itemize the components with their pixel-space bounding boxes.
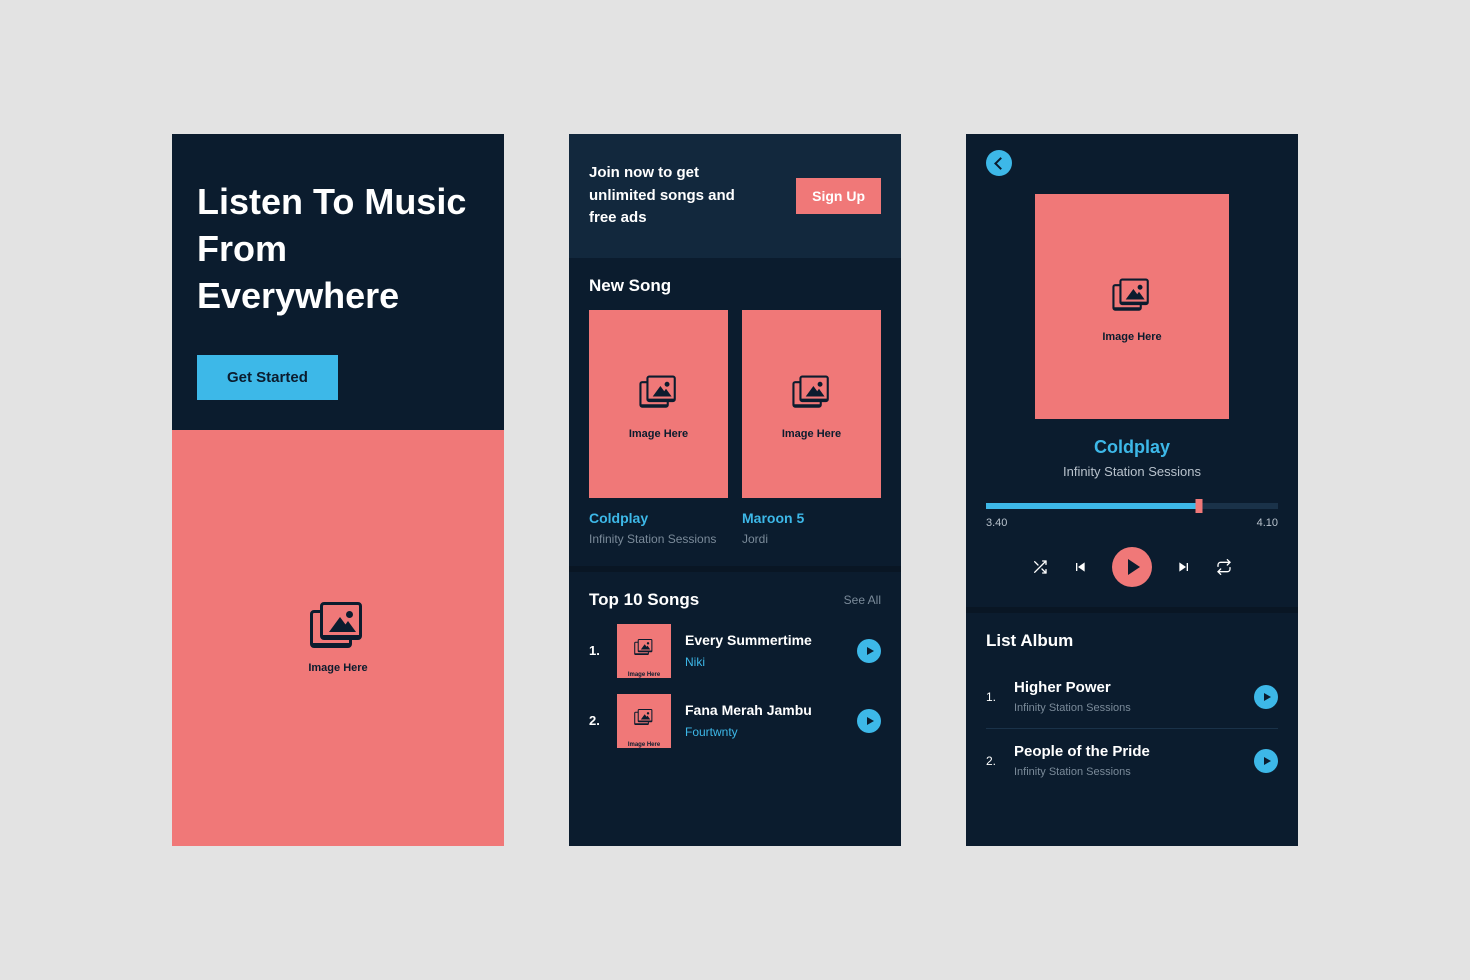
image-placeholder-label: Image Here (629, 428, 688, 440)
track-row: 1. Image Here Every Summertime Niki (589, 624, 881, 678)
play-button[interactable] (1254, 749, 1278, 773)
get-started-button[interactable]: Get Started (197, 355, 338, 400)
album-row: 2. People of the Pride Infinity Station … (986, 729, 1278, 792)
onboarding-title: Listen To Music From Everywhere (197, 179, 479, 319)
track-number: 2. (589, 713, 603, 728)
next-icon[interactable] (1176, 559, 1192, 575)
time-total: 4.10 (1257, 517, 1278, 529)
album-track-title: People of the Pride (1014, 743, 1238, 760)
image-placeholder-icon (792, 375, 831, 410)
signup-button[interactable]: Sign Up (796, 178, 881, 214)
track-artist: Fourtwnty (685, 725, 843, 739)
back-button[interactable] (986, 150, 1012, 176)
song-cover[interactable]: Image Here (742, 310, 881, 498)
image-placeholder-label: Image Here (628, 742, 660, 748)
see-all-link[interactable]: See All (844, 593, 881, 607)
song-album: Jordi (742, 532, 881, 546)
previous-icon[interactable] (1072, 559, 1088, 575)
onboarding-screen: Listen To Music From Everywhere Get Star… (172, 134, 504, 846)
song-card: Image Here Maroon 5 Jordi (742, 310, 881, 546)
browse-screen: Join now to get unlimited songs and free… (569, 134, 901, 846)
image-placeholder-icon (1112, 278, 1151, 313)
image-placeholder-label: Image Here (1102, 331, 1161, 343)
song-card: Image Here Coldplay Infinity Station Ses… (589, 310, 728, 546)
album-list-section: List Album 1. Higher Power Infinity Stat… (966, 613, 1298, 810)
image-placeholder-icon (634, 708, 654, 724)
image-placeholder-label: Image Here (782, 428, 841, 440)
play-button[interactable] (857, 639, 881, 663)
track-title: Fana Merah Jambu (685, 702, 843, 719)
song-artist: Coldplay (589, 510, 728, 526)
progress-bar[interactable] (986, 503, 1278, 509)
signup-banner: Join now to get unlimited songs and free… (569, 134, 901, 258)
album-track-sub: Infinity Station Sessions (1014, 766, 1238, 778)
album-list-title: List Album (986, 631, 1278, 651)
now-playing-artist: Coldplay (1006, 437, 1258, 458)
image-placeholder-label: Image Here (308, 662, 367, 674)
time-current: 3.40 (986, 517, 1007, 529)
album-row: 1. Higher Power Infinity Station Session… (986, 665, 1278, 729)
player-screen: Image Here Coldplay Infinity Station Ses… (966, 134, 1298, 846)
song-cover[interactable]: Image Here (589, 310, 728, 498)
album-number: 1. (986, 690, 998, 704)
progress-fill (986, 503, 1199, 509)
shuffle-icon[interactable] (1032, 559, 1048, 575)
now-playing-cover[interactable]: Image Here (1035, 194, 1229, 419)
image-placeholder-icon (639, 375, 678, 410)
new-song-section: New Song Image Here Coldplay Infinity St… (569, 258, 901, 566)
play-button[interactable] (857, 709, 881, 733)
album-track-sub: Infinity Station Sessions (1014, 702, 1238, 714)
album-number: 2. (986, 754, 998, 768)
top-songs-title: Top 10 Songs (589, 590, 699, 610)
now-playing-album: Infinity Station Sessions (1006, 464, 1258, 479)
track-thumbnail[interactable]: Image Here (617, 624, 671, 678)
progress-thumb[interactable] (1196, 499, 1203, 513)
play-button-large[interactable] (1112, 547, 1152, 587)
song-artist: Maroon 5 (742, 510, 881, 526)
repeat-icon[interactable] (1216, 559, 1232, 575)
image-placeholder-label: Image Here (628, 672, 660, 678)
new-song-title: New Song (589, 276, 881, 296)
image-placeholder-icon (310, 602, 366, 652)
now-playing: Image Here Coldplay Infinity Station Ses… (966, 176, 1298, 503)
song-album: Infinity Station Sessions (589, 532, 728, 546)
play-button[interactable] (1254, 685, 1278, 709)
hero-image-placeholder: Image Here (172, 430, 504, 846)
track-thumbnail[interactable]: Image Here (617, 694, 671, 748)
album-track-title: Higher Power (1014, 679, 1238, 696)
track-number: 1. (589, 643, 603, 658)
top-songs-section: Top 10 Songs See All 1. Image Here Every… (569, 572, 901, 784)
track-artist: Niki (685, 655, 843, 669)
track-row: 2. Image Here Fana Merah Jambu Fourtwnty (589, 694, 881, 748)
track-title: Every Summertime (685, 632, 843, 649)
banner-text: Join now to get unlimited songs and free… (589, 162, 759, 230)
image-placeholder-icon (634, 638, 654, 654)
player-controls (966, 547, 1298, 587)
